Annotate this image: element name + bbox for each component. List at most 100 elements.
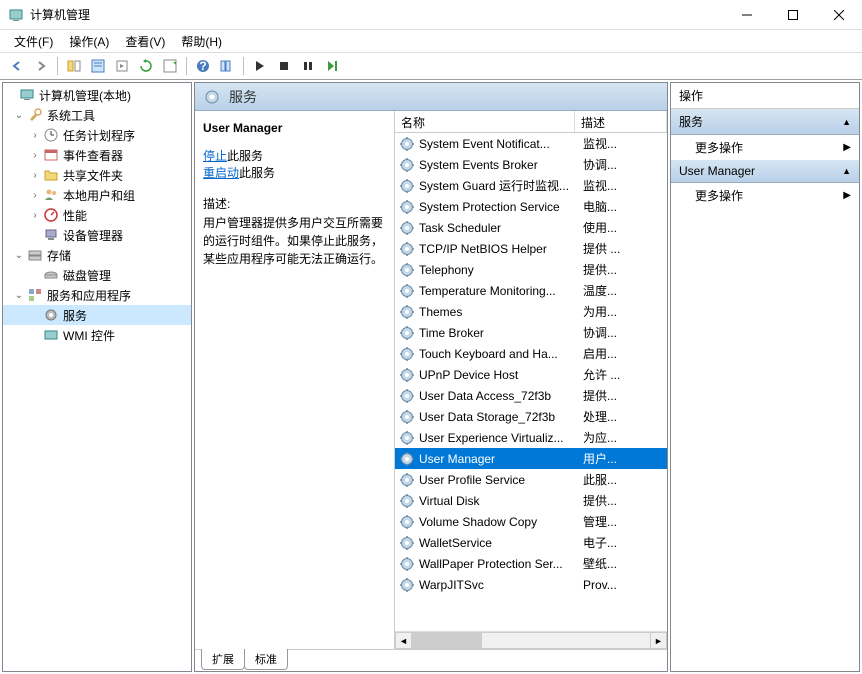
chevron-down-icon[interactable]: ⌄	[13, 250, 25, 261]
gear-icon	[399, 472, 415, 488]
menu-action[interactable]: 操作(A)	[63, 31, 115, 52]
service-row[interactable]: System Event Notificat...监视...	[395, 133, 667, 154]
service-desc-cell: 处理...	[579, 408, 667, 425]
service-row[interactable]: WarpJITSvcProv...	[395, 574, 667, 595]
service-row[interactable]: WallPaper Protection Ser...壁纸...	[395, 553, 667, 574]
service-row[interactable]: System Protection Service电脑...	[395, 196, 667, 217]
performance-icon	[43, 207, 59, 223]
restart-link[interactable]: 重启动	[203, 166, 239, 180]
help-button[interactable]: ?	[192, 55, 214, 77]
service-row[interactable]: UPnP Device Host允许 ...	[395, 364, 667, 385]
service-row[interactable]: Themes为用...	[395, 301, 667, 322]
tree-services[interactable]: 服务	[3, 305, 191, 325]
stop-service-button[interactable]	[273, 55, 295, 77]
chevron-down-icon[interactable]: ⌄	[13, 110, 25, 121]
service-row[interactable]: Virtual Disk提供...	[395, 490, 667, 511]
column-desc[interactable]: 描述	[575, 111, 667, 132]
gear-icon	[399, 409, 415, 425]
tree-local-users[interactable]: › 本地用户和组	[3, 185, 191, 205]
start-service-button[interactable]	[249, 55, 271, 77]
service-desc-cell: 用户...	[579, 450, 667, 467]
back-button[interactable]	[6, 55, 28, 77]
actions-panel: 操作 服务 ▲ 更多操作 ▶ User Manager ▲ 更多操作 ▶	[670, 82, 860, 672]
service-name-cell: Task Scheduler	[419, 221, 579, 235]
chevron-right-icon[interactable]: ›	[29, 170, 41, 181]
service-row[interactable]: Touch Keyboard and Ha...启用...	[395, 343, 667, 364]
service-row[interactable]: Temperature Monitoring...温度...	[395, 280, 667, 301]
services-list[interactable]: System Event Notificat...监视...System Eve…	[395, 133, 667, 631]
tree-root[interactable]: 计算机管理(本地)	[3, 85, 191, 105]
tree-system-tools[interactable]: ⌄ 系统工具	[3, 105, 191, 125]
service-row[interactable]: User Manager用户...	[395, 448, 667, 469]
chevron-down-icon[interactable]: ⌄	[13, 290, 25, 301]
tab-standard[interactable]: 标准	[244, 649, 288, 670]
scroll-right-button[interactable]: ►	[650, 632, 667, 649]
app-icon	[8, 7, 24, 23]
service-desc-cell: 电脑...	[579, 198, 667, 215]
horizontal-scrollbar[interactable]	[412, 632, 650, 649]
refresh-button[interactable]	[135, 55, 157, 77]
tree-wmi[interactable]: WMI 控件	[3, 325, 191, 345]
forward-button[interactable]	[30, 55, 52, 77]
storage-icon	[27, 247, 43, 263]
chevron-right-icon[interactable]: ›	[29, 130, 41, 141]
gear-icon	[399, 514, 415, 530]
chevron-right-icon[interactable]: ›	[29, 210, 41, 221]
navigation-tree[interactable]: 计算机管理(本地) ⌄ 系统工具 › 任务计划程序 › 事件查看器 › 共享文件…	[2, 82, 192, 672]
stop-link[interactable]: 停止	[203, 149, 227, 163]
menu-help[interactable]: 帮助(H)	[175, 31, 228, 52]
tree-disk-mgmt[interactable]: 磁盘管理	[3, 265, 191, 285]
column-name[interactable]: 名称	[395, 111, 575, 132]
gear-icon	[399, 367, 415, 383]
tree-shared-folders[interactable]: › 共享文件夹	[3, 165, 191, 185]
gear-icon	[399, 430, 415, 446]
service-name-cell: WalletService	[419, 536, 579, 550]
tab-extended[interactable]: 扩展	[201, 649, 245, 670]
service-row[interactable]: Volume Shadow Copy管理...	[395, 511, 667, 532]
menu-view[interactable]: 查看(V)	[119, 31, 171, 52]
tree-services-apps[interactable]: ⌄ 服务和应用程序	[3, 285, 191, 305]
tree-device-manager[interactable]: 设备管理器	[3, 225, 191, 245]
close-button[interactable]	[816, 0, 862, 30]
service-desc-cell: 为应...	[579, 429, 667, 446]
service-row[interactable]: Task Scheduler使用...	[395, 217, 667, 238]
service-desc-cell: 提供...	[579, 387, 667, 404]
service-desc-cell: 管理...	[579, 513, 667, 530]
properties-button[interactable]	[87, 55, 109, 77]
service-row[interactable]: TCP/IP NetBIOS Helper提供 ...	[395, 238, 667, 259]
menu-file[interactable]: 文件(F)	[8, 31, 59, 52]
tree-task-scheduler[interactable]: › 任务计划程序	[3, 125, 191, 145]
show-hide-button[interactable]	[63, 55, 85, 77]
service-row[interactable]: User Profile Service此服...	[395, 469, 667, 490]
service-row[interactable]: User Experience Virtualiz...为应...	[395, 427, 667, 448]
more-actions-1[interactable]: 更多操作 ▶	[671, 135, 859, 160]
toolbar-icon[interactable]	[216, 55, 238, 77]
list-button[interactable]	[159, 55, 181, 77]
tree-performance[interactable]: › 性能	[3, 205, 191, 225]
service-row[interactable]: User Data Storage_72f3b处理...	[395, 406, 667, 427]
scroll-left-button[interactable]: ◄	[395, 632, 412, 649]
actions-section-services[interactable]: 服务 ▲	[671, 109, 859, 135]
service-row[interactable]: Time Broker协调...	[395, 322, 667, 343]
chevron-right-icon[interactable]: ›	[29, 150, 41, 161]
service-row[interactable]: WalletService电子...	[395, 532, 667, 553]
minimize-button[interactable]	[724, 0, 770, 30]
maximize-button[interactable]	[770, 0, 816, 30]
export-button[interactable]	[111, 55, 133, 77]
gear-icon	[399, 325, 415, 341]
service-desc-cell: 协调...	[579, 156, 667, 173]
service-row[interactable]: System Events Broker协调...	[395, 154, 667, 175]
restart-service-button[interactable]	[321, 55, 343, 77]
service-row[interactable]: System Guard 运行时监视...监视...	[395, 175, 667, 196]
service-row[interactable]: User Data Access_72f3b提供...	[395, 385, 667, 406]
description-label: 描述:	[203, 195, 386, 212]
tree-event-viewer[interactable]: › 事件查看器	[3, 145, 191, 165]
chevron-right-icon[interactable]: ›	[29, 190, 41, 201]
pause-service-button[interactable]	[297, 55, 319, 77]
service-row[interactable]: Telephony提供...	[395, 259, 667, 280]
actions-section-user-manager[interactable]: User Manager ▲	[671, 160, 859, 183]
more-actions-2[interactable]: 更多操作 ▶	[671, 183, 859, 208]
tree-storage[interactable]: ⌄ 存储	[3, 245, 191, 265]
service-desc-cell: 监视...	[579, 177, 667, 194]
service-name-cell: UPnP Device Host	[419, 368, 579, 382]
